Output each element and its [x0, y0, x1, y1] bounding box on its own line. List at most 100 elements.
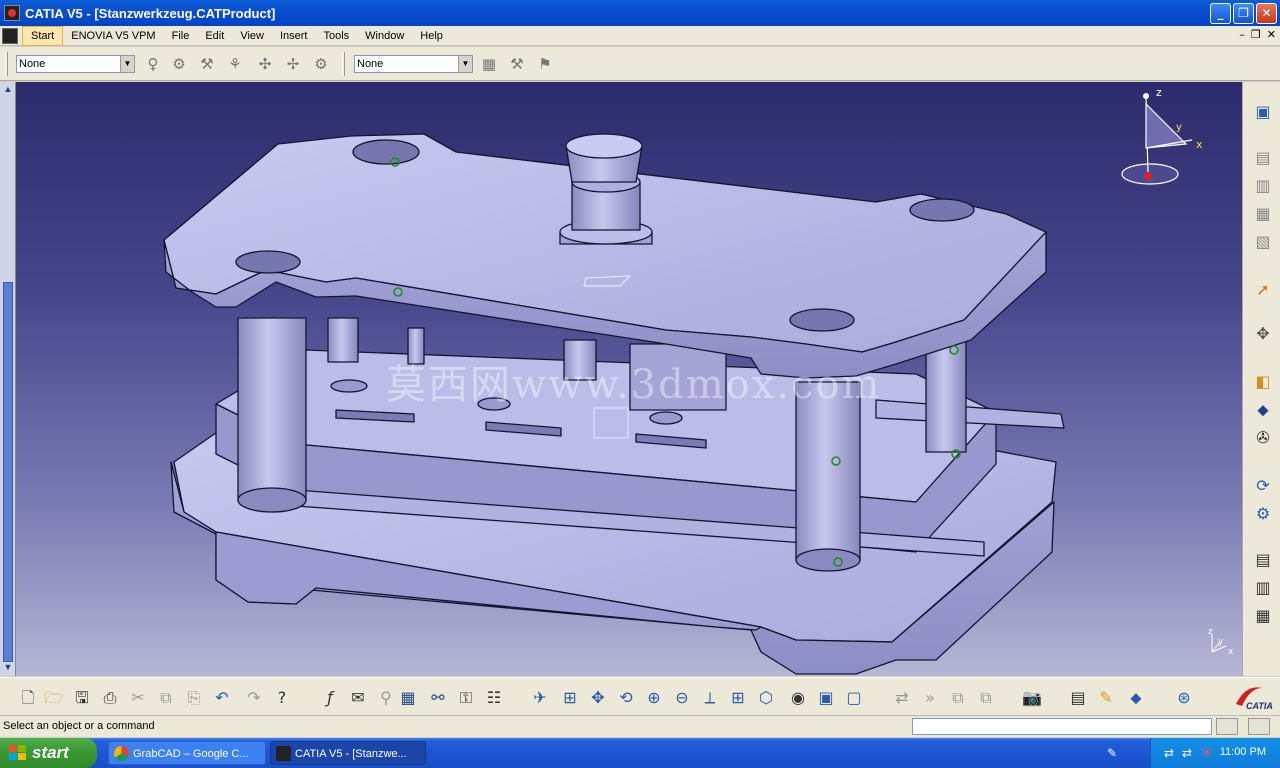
toolbar-grip[interactable]	[342, 52, 345, 76]
menu-edit[interactable]: Edit	[197, 26, 232, 46]
shading-icon[interactable]: ◉	[786, 686, 810, 710]
light-icon[interactable]: ♀	[142, 53, 164, 75]
target-icon[interactable]: ⊛	[1172, 686, 1196, 710]
maximize-button[interactable]: ❐	[1233, 3, 1254, 24]
property-icon[interactable]: ⚑	[534, 53, 556, 75]
layer-combo[interactable]: None ▼	[354, 55, 473, 73]
menu-start[interactable]: Start	[22, 25, 64, 46]
status-button[interactable]	[1216, 718, 1238, 735]
doc-close-button[interactable]: ✕	[1267, 28, 1276, 41]
doc-minimize-button[interactable]: –	[1239, 28, 1245, 41]
measure-icon[interactable]: ⚒	[196, 53, 218, 75]
pan-icon[interactable]: ✥	[586, 686, 610, 710]
layout-icon[interactable]: ⧉	[946, 686, 970, 710]
menu-file[interactable]: File	[164, 26, 198, 46]
fly-mode-icon[interactable]: ✈	[528, 686, 552, 710]
axis-icon[interactable]: ✣	[254, 53, 276, 75]
select-arrow-icon[interactable]: ➚	[1251, 278, 1275, 302]
save-icon[interactable]: 🖫	[70, 686, 94, 710]
vertical-scrollbar[interactable]: ▲ ▼	[0, 82, 16, 676]
scenes-icon[interactable]: ▦	[1251, 604, 1275, 628]
graph-tree-icon[interactable]: ▧	[1251, 230, 1275, 254]
menu-view[interactable]: View	[232, 26, 272, 46]
filter-icon[interactable]: ⚒	[506, 53, 528, 75]
die-assembly-model[interactable]: z x y z y x	[16, 82, 1242, 676]
toolbar-grip[interactable]	[5, 52, 8, 76]
catia-app-icon[interactable]	[4, 5, 20, 21]
task-chrome[interactable]: GrabCAD – Google C...	[108, 741, 266, 765]
status-button[interactable]	[1248, 718, 1270, 735]
menu-window[interactable]: Window	[357, 26, 412, 46]
catalog-icon[interactable]: ⚙	[1251, 502, 1275, 526]
multi-view-icon[interactable]: ⊞	[726, 686, 750, 710]
group-icon[interactable]: ⧉	[974, 686, 998, 710]
menu-insert[interactable]: Insert	[272, 26, 316, 46]
fit-all-icon[interactable]: ⊞	[558, 686, 582, 710]
update-icon[interactable]: ⟳	[1251, 474, 1275, 498]
new-file-icon[interactable]: 🗋	[16, 686, 40, 710]
tree-icon[interactable]: ⚯	[426, 686, 450, 710]
snap-icon[interactable]: ⬥	[1251, 398, 1275, 422]
zoom-in-icon[interactable]: ⊕	[642, 686, 666, 710]
hierarchy-icon[interactable]: ☷	[482, 686, 506, 710]
clash-icon[interactable]: ⬥	[1124, 686, 1148, 710]
cut-icon[interactable]: ✂	[126, 686, 150, 710]
network-icon[interactable]: ⇄	[1161, 745, 1177, 761]
inertia-icon[interactable]: ⚘	[224, 53, 246, 75]
camera-icon[interactable]: ✇	[1251, 426, 1275, 450]
iso-view-icon[interactable]: ⬡	[754, 686, 778, 710]
print-icon[interactable]: ⎙	[98, 686, 122, 710]
copy-icon[interactable]: ⧉	[154, 686, 178, 710]
scroll-down-button[interactable]: ▼	[2, 662, 14, 674]
paste-icon[interactable]: ⎘	[182, 686, 206, 710]
mechanism-icon[interactable]: ⚙	[310, 53, 332, 75]
snap-icon[interactable]: ✢	[282, 53, 304, 75]
menu-help[interactable]: Help	[412, 26, 451, 46]
close-button[interactable]: ✕	[1256, 3, 1277, 24]
swap-space-icon[interactable]: ▢	[842, 686, 866, 710]
hide-show-icon[interactable]: ▣	[814, 686, 838, 710]
menu-tools[interactable]: Tools	[315, 26, 357, 46]
comment-icon[interactable]: ✉	[346, 686, 370, 710]
scroll-up-button[interactable]: ▲	[2, 84, 14, 96]
redo-icon[interactable]: ↷	[242, 686, 266, 710]
bill-of-material-icon[interactable]: ▤	[1251, 548, 1275, 572]
security-shield-icon[interactable]: ⛨	[1199, 745, 1215, 761]
reorder-icon[interactable]: ⇄	[890, 686, 914, 710]
capture-camera-icon[interactable]: 📷	[1020, 686, 1044, 710]
network-icon[interactable]: ⇄	[1179, 745, 1195, 761]
forward-icon[interactable]: »	[918, 686, 942, 710]
catalog-browser-icon[interactable]: ▤	[1066, 686, 1090, 710]
scroll-thumb[interactable]	[3, 282, 13, 662]
document-icon[interactable]	[2, 27, 18, 44]
component-icon[interactable]: ▤	[1251, 146, 1275, 170]
lock-icon[interactable]: ⚿	[454, 686, 478, 710]
zoom-out-icon[interactable]: ⊖	[670, 686, 694, 710]
undo-icon[interactable]: ↶	[210, 686, 234, 710]
whats-this-icon[interactable]: ?	[270, 686, 294, 710]
start-button[interactable]: start	[0, 738, 97, 768]
rotate-icon[interactable]: ⟲	[614, 686, 638, 710]
task-catia[interactable]: CATIA V5 - [Stanzwe...	[270, 741, 426, 765]
measure-icon[interactable]: ✎	[1094, 686, 1118, 710]
minimize-button[interactable]: _	[1210, 3, 1231, 24]
existing-component-icon[interactable]: ▥	[1251, 174, 1275, 198]
render-icon[interactable]: ▦	[478, 53, 500, 75]
open-folder-icon[interactable]: 🗁	[42, 686, 66, 710]
graphic-properties-combo[interactable]: None ▼	[16, 55, 135, 73]
manipulation-icon[interactable]: ✥	[1251, 322, 1275, 346]
analysis-icon[interactable]: ⚙	[168, 53, 190, 75]
normal-view-icon[interactable]: ⟂	[698, 686, 722, 710]
constraint-icon[interactable]: ◧	[1251, 370, 1275, 394]
knowledge-icon[interactable]: ⚲	[374, 686, 398, 710]
explode-icon[interactable]: ▥	[1251, 576, 1275, 600]
command-input[interactable]	[912, 718, 1212, 735]
3d-viewport[interactable]: z x y z y x 莫西网www.3dmox.com	[16, 82, 1242, 676]
menu-enovia[interactable]: ENOVIA V5 VPM	[63, 26, 163, 46]
formula-icon[interactable]: ƒ	[318, 686, 342, 710]
pen-tool-icon[interactable]: ✎	[1104, 745, 1120, 761]
chevron-down-icon[interactable]: ▼	[458, 56, 472, 72]
product-icon[interactable]: ▣	[1251, 100, 1275, 124]
replace-icon[interactable]: ▦	[1251, 202, 1275, 226]
table-icon[interactable]: ▦	[396, 686, 420, 710]
